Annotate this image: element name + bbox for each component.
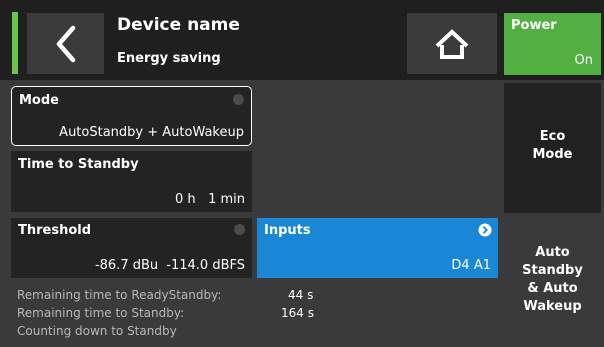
- mode-indicator-led: [233, 94, 244, 105]
- standby-remaining-label: Remaining time to Standby:: [17, 306, 185, 320]
- threshold-value: -86.7 dBu -114.0 dBFS: [95, 258, 245, 273]
- power-button[interactable]: Power On: [504, 13, 601, 75]
- ready-standby-remaining-value: 44 s: [288, 288, 314, 302]
- time-to-standby-label: Time to Standby: [18, 157, 139, 172]
- time-to-standby-value: 0 h 1 min: [175, 192, 245, 207]
- threshold-label: Threshold: [18, 223, 92, 238]
- threshold-indicator-led: [234, 224, 245, 235]
- auto-standby-wakeup-button[interactable]: Auto Standby & Auto Wakeup: [504, 218, 601, 336]
- home-button[interactable]: [407, 13, 497, 74]
- back-button[interactable]: [27, 13, 104, 74]
- chevron-left-icon: [56, 25, 75, 62]
- chevron-right-circle-icon: [478, 223, 492, 237]
- threshold-dbfs-value: -114.0 dBFS: [166, 258, 245, 273]
- eco-mode-button[interactable]: Eco Mode: [504, 83, 601, 213]
- ready-standby-remaining-label: Remaining time to ReadyStandby:: [17, 288, 222, 302]
- power-label: Power: [511, 18, 557, 33]
- status-accent-bar: [12, 12, 18, 74]
- eco-mode-label: Eco Mode: [532, 129, 573, 162]
- mode-value: AutoStandby + AutoWakeup: [59, 125, 244, 140]
- page-title: Device name: [117, 15, 240, 35]
- power-state: On: [574, 53, 593, 68]
- inputs-label: Inputs: [264, 223, 311, 238]
- mode-label: Mode: [19, 93, 59, 108]
- standby-remaining-value: 164 s: [281, 306, 314, 320]
- home-icon: [435, 28, 469, 59]
- inputs-tile[interactable]: Inputs D4 A1: [257, 218, 498, 278]
- countdown-status: Counting down to Standby: [17, 324, 177, 338]
- inputs-value: D4 A1: [451, 258, 491, 273]
- auto-standby-wakeup-label: Auto Standby & Auto Wakeup: [522, 245, 583, 314]
- page-subtitle: Energy saving: [117, 51, 221, 66]
- threshold-dbu-value: -86.7 dBu: [94, 258, 159, 273]
- threshold-tile[interactable]: Threshold -86.7 dBu -114.0 dBFS: [11, 218, 252, 278]
- time-to-standby-tile[interactable]: Time to Standby 0 h 1 min: [11, 151, 252, 212]
- mode-tile[interactable]: Mode AutoStandby + AutoWakeup: [11, 86, 252, 146]
